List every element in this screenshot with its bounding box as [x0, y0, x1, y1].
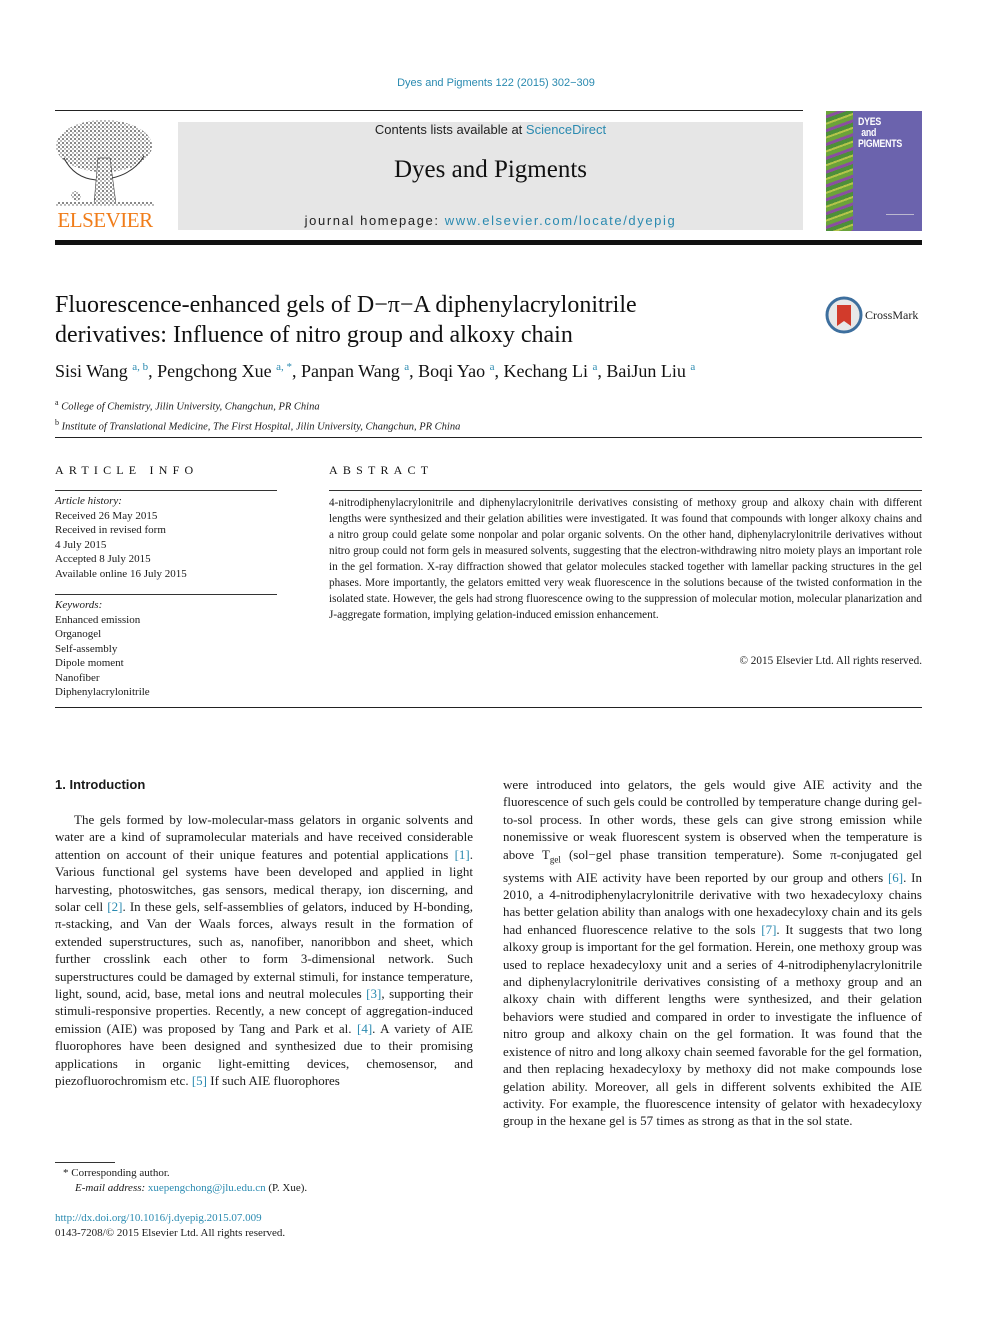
keyword: Dipole moment — [55, 657, 124, 669]
cover-title: DYES and PIGMENTS — [858, 116, 903, 150]
history-item: Accepted 8 July 2015 — [55, 553, 151, 565]
email-suffix: (P. Xue). — [265, 1182, 308, 1194]
abstract-copyright: © 2015 Elsevier Ltd. All rights reserved… — [739, 655, 923, 667]
abstract-text: 4-nitrodiphenylacrylonitrile and dipheny… — [329, 497, 922, 621]
citation-link[interactable]: [7] — [761, 922, 776, 937]
keywords: Keywords: Enhanced emission Organogel Se… — [55, 598, 150, 700]
history-item: Received 26 May 2015 — [55, 509, 158, 522]
divider — [55, 490, 277, 491]
author: Pengchong Xue a, * — [157, 361, 292, 381]
keyword: Nanofiber — [55, 671, 100, 684]
cover-art-strip — [826, 111, 853, 231]
homepage-line: journal homepage: www.elsevier.com/locat… — [178, 213, 803, 228]
keywords-label: Keywords: — [55, 599, 103, 611]
author-affiliation-link[interactable]: a, b — [132, 361, 148, 373]
keyword: Diphenylacrylonitrile — [55, 686, 150, 698]
text-run: (sol−gel phase transition temperature). … — [503, 846, 922, 885]
history-item: Available online 16 July 2015 — [55, 567, 187, 580]
author: Kechang Li a — [503, 361, 598, 381]
homepage-prefix: journal homepage: — [304, 213, 445, 228]
journal-reference-link[interactable]: Dyes and Pigments 122 (2015) 302−309 — [0, 77, 992, 89]
author: Panpan Wang a — [301, 361, 410, 381]
citation-link[interactable]: [1] — [455, 847, 470, 862]
doi-link[interactable]: http://dx.doi.org/10.1016/j.dyepig.2015.… — [55, 1211, 285, 1226]
crossmark-button[interactable]: CrossMark — [825, 296, 925, 336]
text-run: If such AIE fluorophores — [207, 1073, 340, 1089]
footnote: * Corresponding author. E-mail address: … — [55, 1166, 307, 1196]
divider — [55, 437, 922, 438]
author: BaiJun Liu a — [606, 361, 696, 381]
keyword: Self-assembly — [55, 642, 118, 655]
email-line: E-mail address: xuepengchong@jlu.edu.cn … — [55, 1181, 307, 1196]
history-label: Article history: — [55, 495, 122, 507]
email-link[interactable]: xuepengchong@jlu.edu.cn — [148, 1182, 266, 1194]
journal-masthead: Contents lists available at ScienceDirec… — [178, 122, 803, 230]
article-title: Fluorescence-enhanced gels of D−π−A diph… — [55, 292, 637, 348]
citation-link[interactable]: [2] — [107, 899, 122, 914]
header-rule — [55, 110, 803, 111]
citation-link[interactable]: [4] — [357, 1021, 372, 1036]
keyword: Organogel — [55, 628, 102, 640]
body-column-right: were introduced into gelators, the gels … — [503, 776, 922, 1130]
affiliation: b Institute of Translational Medicine, T… — [55, 417, 461, 433]
sciencedirect-link[interactable]: ScienceDirect — [526, 122, 606, 137]
history-item: 4 July 2015 — [55, 538, 107, 551]
author: Boqi Yao a — [418, 361, 495, 381]
divider — [55, 707, 922, 708]
author-affiliation-link[interactable]: a — [490, 361, 495, 373]
contents-prefix: Contents lists available at — [374, 122, 526, 137]
affiliation: a College of Chemistry, Jilin University… — [55, 398, 320, 413]
crossmark-label: CrossMark — [865, 308, 919, 322]
body-column-left: The gels formed by low-molecular-mass ge… — [55, 811, 473, 1090]
abstract-heading: ABSTRACT — [329, 463, 434, 477]
citation-link[interactable]: [5] — [192, 1073, 207, 1088]
text-run: . It suggests that two long alkoxy group… — [503, 921, 922, 1129]
journal-title: Dyes and Pigments — [393, 156, 588, 183]
cover-publisher-mark — [886, 214, 914, 223]
text-run: The gels formed by low-molecular-mass ge… — [55, 812, 473, 862]
citation-link[interactable]: [3] — [366, 986, 381, 1001]
author: Sisi Wang a, b — [55, 361, 149, 381]
citation-link[interactable]: [6] — [888, 870, 903, 885]
elsevier-logo[interactable]: ELSEVIER — [54, 118, 156, 233]
subscript: gel — [549, 854, 561, 865]
elsevier-wordmark: ELSEVIER — [57, 208, 153, 232]
author-list: Sisi Wang a, b, Pengchong Xue a, *, Panp… — [55, 361, 696, 381]
journal-homepage-link[interactable]: www.elsevier.com/locate/dyepig — [445, 213, 677, 228]
email-label: E-mail address: — [75, 1182, 148, 1194]
corresponding-author-note: * Corresponding author. — [63, 1167, 170, 1179]
section-heading-introduction: 1. Introduction — [55, 777, 146, 792]
author-affiliation-link[interactable]: a, * — [276, 361, 292, 373]
issn-copyright: 0143-7208/© 2015 Elsevier Ltd. All right… — [55, 1227, 286, 1239]
journal-cover-thumbnail[interactable]: DYES and PIGMENTS — [826, 111, 922, 231]
crossmark-icon — [825, 296, 863, 334]
author-affiliation-link[interactable]: a — [592, 361, 597, 373]
author-affiliation-link[interactable]: a — [404, 361, 409, 373]
author-affiliation-link[interactable]: a — [690, 361, 695, 373]
article-history: Article history: Received 26 May 2015 Re… — [55, 494, 187, 581]
keyword: Enhanced emission — [55, 613, 141, 626]
doi-block: http://dx.doi.org/10.1016/j.dyepig.2015.… — [55, 1211, 285, 1241]
history-item: Received in revised form — [55, 524, 166, 536]
divider — [329, 490, 922, 491]
header-thick-rule — [55, 240, 922, 245]
elsevier-tree-icon — [56, 120, 154, 206]
article-info-heading: ARTICLE INFO — [55, 463, 199, 477]
footnote-rule — [55, 1162, 115, 1163]
affiliations: a College of Chemistry, Jilin University… — [55, 395, 460, 434]
contents-line: Contents lists available at ScienceDirec… — [178, 122, 803, 137]
divider — [55, 594, 277, 595]
